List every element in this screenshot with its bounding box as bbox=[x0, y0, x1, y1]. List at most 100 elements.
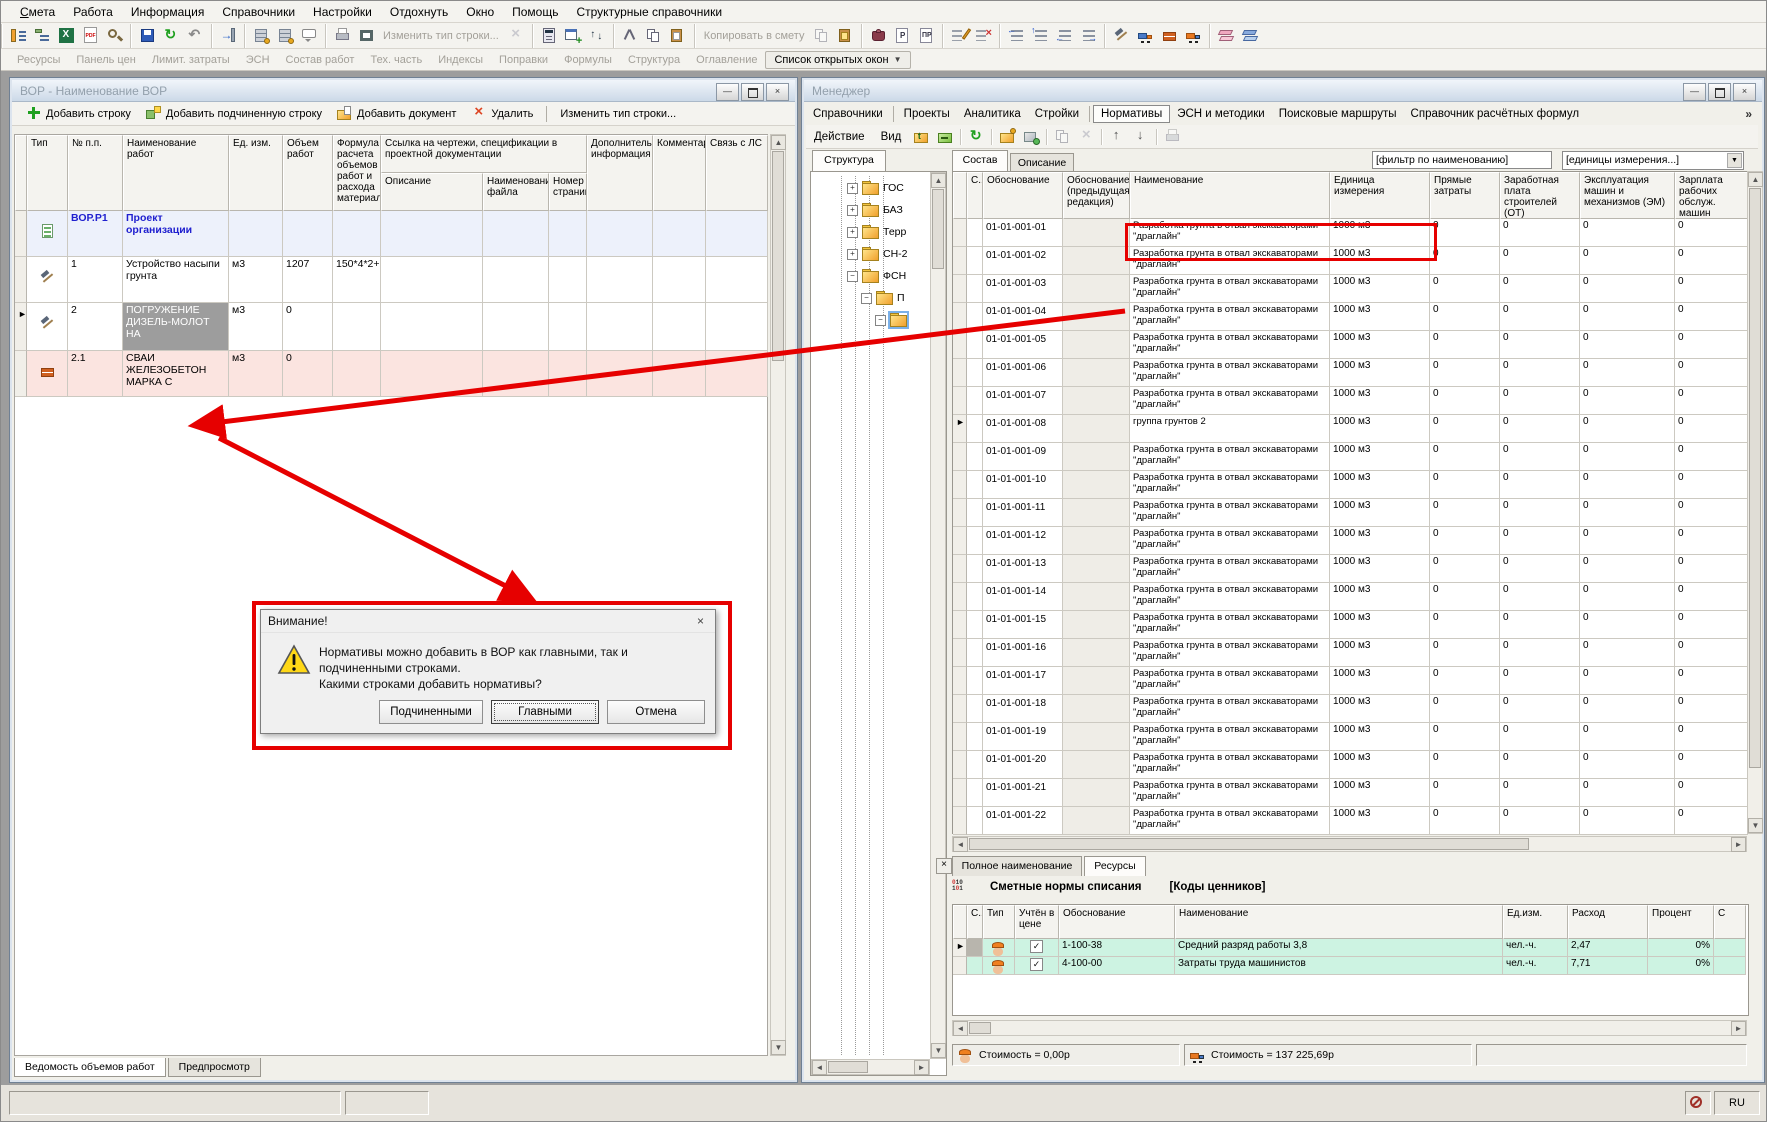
cell-type[interactable] bbox=[27, 351, 68, 397]
cell-operator-wages[interactable]: 0 bbox=[1675, 443, 1748, 471]
cell-operator-wages[interactable]: 0 bbox=[1675, 303, 1748, 331]
manager-tab-Справочники[interactable]: Справочники bbox=[806, 105, 890, 123]
cell-page-number[interactable] bbox=[549, 351, 587, 397]
scroll-left-icon[interactable]: ◄ bbox=[812, 1060, 827, 1075]
cell-name[interactable]: Разработка грунта в отвал экскаваторами … bbox=[1130, 219, 1330, 247]
delete-button[interactable]: Удалить bbox=[463, 105, 540, 122]
cell-s[interactable] bbox=[967, 667, 983, 695]
cell-ls-link[interactable] bbox=[706, 257, 768, 303]
normative-row[interactable]: 01-01-001-15Разработка грунта в отвал эк… bbox=[953, 611, 1748, 639]
cell-formula[interactable] bbox=[333, 211, 381, 257]
menu-Настройки[interactable]: Настройки bbox=[304, 2, 381, 22]
tree-branch-button[interactable] bbox=[30, 24, 54, 48]
cell-code[interactable]: 01-01-001-08 bbox=[983, 415, 1063, 443]
scroll-thumb[interactable] bbox=[969, 1022, 991, 1034]
tab-structure[interactable]: Структура bbox=[812, 150, 886, 171]
cell-operator-wages[interactable]: 0 bbox=[1675, 331, 1748, 359]
row-marker[interactable]: ► bbox=[953, 939, 967, 957]
cell-cost[interactable] bbox=[1714, 957, 1746, 975]
cell-type[interactable] bbox=[983, 939, 1015, 957]
cell-work-name[interactable]: Проект организации bbox=[123, 211, 229, 257]
cell-prev-code[interactable] bbox=[1063, 639, 1130, 667]
cell-s[interactable] bbox=[967, 527, 983, 555]
cell-included[interactable]: ✓ bbox=[1015, 939, 1059, 957]
indent-right-button[interactable] bbox=[1076, 24, 1100, 48]
cell-s[interactable] bbox=[967, 499, 983, 527]
cell-unit[interactable]: 1000 м3 bbox=[1330, 387, 1430, 415]
cell-type[interactable] bbox=[983, 957, 1015, 975]
cell-volume[interactable]: 0 bbox=[283, 303, 333, 351]
row-marker[interactable] bbox=[953, 695, 967, 723]
cell-prev-code[interactable] bbox=[1063, 443, 1130, 471]
cell-name[interactable]: Разработка грунта в отвал экскаваторами … bbox=[1130, 583, 1330, 611]
cell-wages[interactable]: 0 bbox=[1500, 471, 1580, 499]
row-marker[interactable] bbox=[953, 331, 967, 359]
cell-rate[interactable]: 2,47 bbox=[1568, 939, 1648, 957]
indent-left-button[interactable] bbox=[1052, 24, 1076, 48]
cell-direct-costs[interactable]: 0 bbox=[1430, 499, 1500, 527]
cell-machinery[interactable]: 0 bbox=[1580, 247, 1675, 275]
cell-file-name[interactable] bbox=[483, 257, 549, 303]
cell-direct-costs[interactable]: 0 bbox=[1430, 695, 1500, 723]
resources-tab-Полное наименование[interactable]: Полное наименование bbox=[952, 856, 1082, 876]
table-row[interactable]: 1Устройство насыпи грунтам31207150*4*2+ bbox=[15, 257, 768, 303]
cell-comment[interactable] bbox=[653, 303, 706, 351]
cell-name[interactable]: Разработка грунта в отвал экскаваторами … bbox=[1130, 807, 1330, 835]
cell-operator-wages[interactable]: 0 bbox=[1675, 611, 1748, 639]
cell-operator-wages[interactable]: 0 bbox=[1675, 359, 1748, 387]
manager-tab-Проекты[interactable]: Проекты bbox=[897, 105, 957, 123]
cell-direct-costs[interactable]: 0 bbox=[1430, 415, 1500, 443]
cell-type[interactable] bbox=[27, 257, 68, 303]
cell-prev-code[interactable] bbox=[1063, 415, 1130, 443]
cell-wages[interactable]: 0 bbox=[1500, 639, 1580, 667]
cell-machinery[interactable]: 0 bbox=[1580, 219, 1675, 247]
tab-opisanie[interactable]: Описание bbox=[1010, 153, 1074, 171]
cell-wages[interactable]: 0 bbox=[1500, 359, 1580, 387]
doc-pr-button[interactable] bbox=[914, 24, 938, 48]
cell-operator-wages[interactable]: 0 bbox=[1675, 779, 1748, 807]
cell-prev-code[interactable] bbox=[1063, 331, 1130, 359]
cell-direct-costs[interactable]: 0 bbox=[1430, 667, 1500, 695]
scroll-up-icon[interactable]: ▲ bbox=[1748, 172, 1763, 187]
cell-file-name[interactable] bbox=[483, 303, 549, 351]
close-button[interactable]: × bbox=[766, 83, 789, 101]
cell-unit[interactable]: 1000 м3 bbox=[1330, 667, 1430, 695]
normative-row[interactable]: 01-01-001-19Разработка грунта в отвал эк… bbox=[953, 723, 1748, 751]
row-marker[interactable] bbox=[953, 303, 967, 331]
search-button[interactable] bbox=[102, 24, 126, 48]
server-gear2-button[interactable] bbox=[273, 24, 297, 48]
tab-sostav[interactable]: Состав bbox=[952, 150, 1008, 171]
normative-row[interactable]: 01-01-001-04Разработка грунта в отвал эк… bbox=[953, 303, 1748, 331]
hammer-button[interactable] bbox=[1109, 24, 1133, 48]
cell-unit[interactable]: 1000 м3 bbox=[1330, 583, 1430, 611]
cell-machinery[interactable]: 0 bbox=[1580, 723, 1675, 751]
cell-machinery[interactable]: 0 bbox=[1580, 751, 1675, 779]
cell-wages[interactable]: 0 bbox=[1500, 247, 1580, 275]
manager-menu-Вид[interactable]: Вид bbox=[873, 128, 910, 146]
cell-prev-code[interactable] bbox=[1063, 247, 1130, 275]
cell-direct-costs[interactable]: 0 bbox=[1430, 331, 1500, 359]
cell-prev-code[interactable] bbox=[1063, 611, 1130, 639]
normative-row[interactable]: 01-01-001-16Разработка грунта в отвал эк… bbox=[953, 639, 1748, 667]
cell-code[interactable]: 01-01-001-13 bbox=[983, 555, 1063, 583]
cell-machinery[interactable]: 0 bbox=[1580, 443, 1675, 471]
cell-unit[interactable]: 1000 м3 bbox=[1330, 443, 1430, 471]
cell-operator-wages[interactable]: 0 bbox=[1675, 667, 1748, 695]
doc-r-button[interactable] bbox=[890, 24, 914, 48]
table-row[interactable]: ВОР.Р1Проект организации bbox=[15, 211, 768, 257]
row-marker[interactable] bbox=[953, 723, 967, 751]
cell-unit[interactable]: 1000 м3 bbox=[1330, 611, 1430, 639]
cell-machinery[interactable]: 0 bbox=[1580, 667, 1675, 695]
row-marker[interactable] bbox=[953, 583, 967, 611]
add-row-button[interactable]: Добавить строку bbox=[18, 105, 138, 122]
cell-wages[interactable]: 0 bbox=[1500, 695, 1580, 723]
server-gear-button[interactable] bbox=[249, 24, 273, 48]
cell-unit[interactable]: 1000 м3 bbox=[1330, 275, 1430, 303]
cell-name[interactable]: Разработка грунта в отвал экскаваторами … bbox=[1130, 443, 1330, 471]
indent-up-button[interactable] bbox=[1028, 24, 1052, 48]
cell-direct-costs[interactable]: 0 bbox=[1430, 359, 1500, 387]
scroll-thumb[interactable] bbox=[932, 189, 944, 269]
cell-name[interactable]: Разработка грунта в отвал экскаваторами … bbox=[1130, 359, 1330, 387]
cell-direct-costs[interactable]: 0 bbox=[1430, 779, 1500, 807]
normative-row[interactable]: 01-01-001-14Разработка грунта в отвал эк… bbox=[953, 583, 1748, 611]
